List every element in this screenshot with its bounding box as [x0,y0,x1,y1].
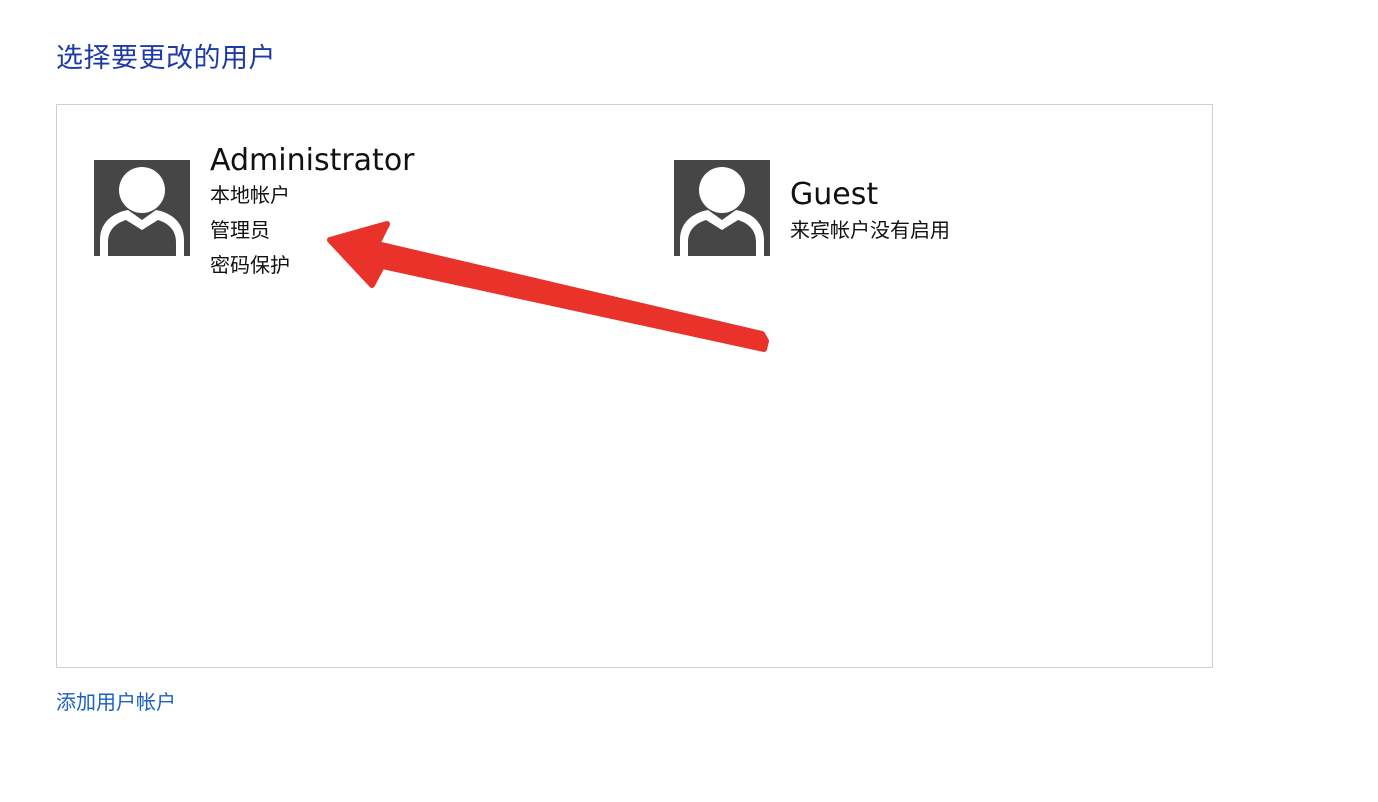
account-role-label: 管理员 [210,218,270,242]
user-card-administrator[interactable]: Administrator 本地帐户 管理员 密码保护 [94,143,454,293]
user-name: Guest [790,177,879,212]
page-title: 选择要更改的用户 [56,43,276,74]
add-user-account-link[interactable]: 添加用户帐户 [56,686,176,715]
password-status-label: 密码保护 [210,253,290,277]
account-type-label: 本地帐户 [210,183,290,207]
user-list-panel: Administrator 本地帐户 管理员 密码保护 Guest 来宾帐户没有… [56,104,1213,668]
account-status-label: 来宾帐户没有启用 [790,218,950,242]
user-avatar-icon [94,160,190,256]
user-card-guest[interactable]: Guest 来宾帐户没有启用 [674,143,1034,263]
user-avatar-icon [674,160,770,256]
user-name: Administrator [210,143,415,178]
manage-accounts-page: 选择要更改的用户 Administrator 本地帐户 管理员 密码保护 Gue… [0,0,1378,802]
